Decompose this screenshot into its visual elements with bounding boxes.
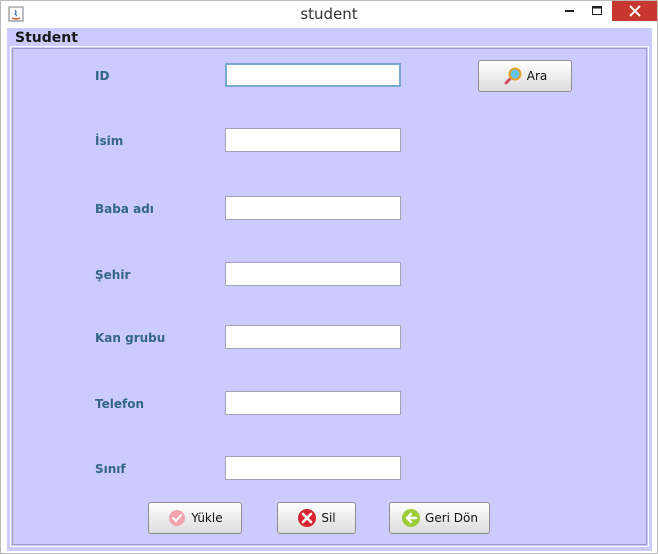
minimize-icon [565, 10, 574, 12]
student-window: student Student ID İsim Baba adı Şehir K… [0, 0, 658, 554]
maximize-icon [591, 6, 602, 15]
baba-adi-label: Baba adı [95, 202, 154, 216]
search-button[interactable]: Ara [478, 60, 572, 92]
sinif-field[interactable] [225, 456, 401, 480]
load-button[interactable]: Yükle [148, 502, 242, 534]
isim-label: İsim [95, 134, 124, 148]
panel-title: Student [15, 30, 78, 46]
kan-grubu-label: Kan grubu [95, 331, 166, 345]
check-icon [167, 508, 187, 528]
back-arrow-icon [401, 508, 421, 528]
load-button-label: Yükle [191, 511, 223, 525]
back-button-label: Geri Dön [425, 511, 478, 525]
telefon-field[interactable] [225, 391, 401, 415]
delete-button-label: Sil [321, 511, 336, 525]
id-label: ID [95, 69, 110, 83]
kan-grubu-field[interactable] [225, 325, 401, 349]
close-icon [628, 5, 641, 17]
sinif-label: Sınıf [95, 462, 126, 476]
student-panel: Student ID İsim Baba adı Şehir Kan grubu… [7, 28, 652, 551]
minimize-button[interactable] [556, 1, 584, 21]
id-field[interactable] [225, 63, 401, 87]
title-bar[interactable]: student [1, 1, 657, 28]
maximize-button[interactable] [584, 1, 610, 21]
back-button[interactable]: Geri Dön [389, 502, 490, 534]
sehir-label: Şehir [95, 268, 131, 282]
baba-adi-field[interactable] [225, 196, 401, 220]
close-button[interactable] [612, 1, 657, 21]
delete-x-icon [297, 508, 317, 528]
magnifier-icon [503, 66, 523, 86]
sehir-field[interactable] [225, 262, 401, 286]
telefon-label: Telefon [95, 397, 144, 411]
search-button-label: Ara [526, 69, 548, 83]
isim-field[interactable] [225, 128, 401, 152]
delete-button[interactable]: Sil [277, 502, 356, 534]
